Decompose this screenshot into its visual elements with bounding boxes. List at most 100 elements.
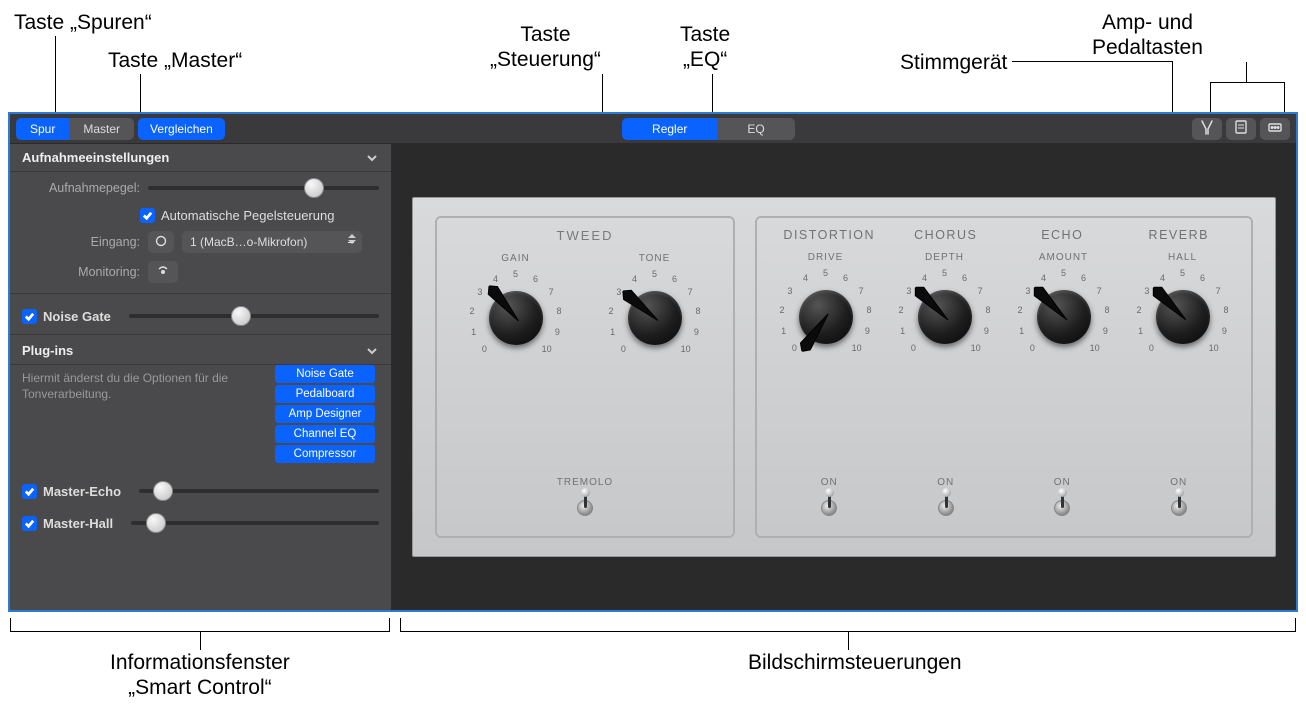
monitoring-label: Monitoring: xyxy=(22,265,140,279)
effect-toggle[interactable] xyxy=(1052,494,1072,522)
eq-button[interactable]: EQ xyxy=(717,118,794,140)
knob[interactable]: 012345678910 xyxy=(605,268,705,368)
plugin-pill[interactable]: Channel EQ xyxy=(275,425,375,443)
track-button[interactable]: Spur xyxy=(16,118,69,140)
plugin-pill[interactable]: Amp Designer xyxy=(275,405,375,423)
master-echo-slider[interactable] xyxy=(139,489,379,493)
plugin-pill[interactable]: Compressor xyxy=(275,445,375,463)
smart-controls-window: Spur Master Vergleichen Regler EQ xyxy=(8,112,1298,612)
knob-label: TONE xyxy=(639,253,671,264)
column-title: ECHO xyxy=(1004,228,1121,252)
toggle-label: ON xyxy=(1054,477,1071,488)
knob-cell: AMOUNT 012345678910 xyxy=(1009,252,1118,469)
effect-toggle[interactable] xyxy=(819,494,839,522)
plugins-block: Hiermit änderst du die Optionen für die … xyxy=(10,365,391,475)
pedalboard-icon xyxy=(1267,119,1283,138)
master-echo-label: Master-Echo xyxy=(43,484,121,499)
bracket-controls xyxy=(400,618,1296,632)
callout-screen-controls: Bildschirmsteuerungen xyxy=(748,650,962,675)
callout-line xyxy=(1012,61,1172,62)
callout-line xyxy=(848,632,849,650)
noise-gate-slider[interactable] xyxy=(129,314,379,318)
knob[interactable]: 012345678910 xyxy=(466,268,566,368)
amp-surface: TWEED GAIN012345678910TONE012345678910 T… xyxy=(412,197,1276,557)
knob-label: GAIN xyxy=(501,253,529,264)
column-title: CHORUS xyxy=(888,228,1005,252)
circle-icon xyxy=(155,235,167,250)
pedalboard-button[interactable] xyxy=(1260,118,1290,140)
callout-eq: Taste „EQ“ xyxy=(680,22,730,72)
noise-gate-row: Noise Gate xyxy=(10,300,391,332)
controls-eq-segmented: Regler EQ xyxy=(622,118,795,140)
knob-label: DEPTH xyxy=(925,252,964,263)
knob-label: HALL xyxy=(1168,252,1197,263)
recording-level-label: Aufnahmepegel: xyxy=(22,181,140,195)
master-hall-row: Master-Hall xyxy=(10,507,391,539)
master-echo-checkbox[interactable]: Master-Echo xyxy=(22,484,121,499)
input-format-button[interactable] xyxy=(148,231,174,253)
toggle-cell: ON xyxy=(888,477,1005,522)
monitoring-button[interactable] xyxy=(148,261,178,283)
callout-line xyxy=(1172,61,1173,119)
noise-gate-checkbox[interactable]: Noise Gate xyxy=(22,309,111,324)
callout-spuren: Taste „Spuren“ xyxy=(14,10,152,35)
smart-control-inspector: Aufnahmeeinstellungen Aufnahmepegel: Aut… xyxy=(10,144,392,610)
monitoring-row: Monitoring: xyxy=(10,257,391,287)
bracket-info xyxy=(10,618,390,632)
master-hall-checkbox[interactable]: Master-Hall xyxy=(22,516,113,531)
knob-cell: DEPTH 012345678910 xyxy=(890,252,999,469)
master-hall-slider[interactable] xyxy=(131,521,379,525)
screen-controls-area: TWEED GAIN012345678910TONE012345678910 T… xyxy=(392,144,1296,610)
input-value: 1 (MacB…o-Mikrofon) xyxy=(190,235,307,249)
callout-steuerung: Taste „Steuerung“ xyxy=(490,22,601,72)
input-label: Eingang: xyxy=(22,235,140,249)
plugin-pill[interactable]: Pedalboard xyxy=(275,385,375,403)
knob[interactable]: 012345678910 xyxy=(1133,267,1233,367)
tremolo-toggle[interactable] xyxy=(575,494,595,522)
master-hall-label: Master-Hall xyxy=(43,516,113,531)
compare-button[interactable]: Vergleichen xyxy=(138,118,225,140)
effect-toggle[interactable] xyxy=(936,494,956,522)
master-button[interactable]: Master xyxy=(69,118,134,140)
knob[interactable]: 012345678910 xyxy=(895,267,995,367)
toolbar: Spur Master Vergleichen Regler EQ xyxy=(10,114,1296,144)
section-title: Plug-ins xyxy=(22,343,73,358)
amp-button[interactable] xyxy=(1226,118,1256,140)
toggle-label: TREMOLO xyxy=(557,477,613,488)
knob-cell: GAIN 012345678910 xyxy=(451,253,580,469)
chevron-down-icon xyxy=(365,151,379,165)
check-icon xyxy=(22,484,37,499)
knob-cell: DRIVE 012345678910 xyxy=(771,252,880,469)
amp-panel-effects: DISTORTIONCHORUSECHOREVERB DRIVE01234567… xyxy=(755,216,1253,538)
tuning-fork-icon xyxy=(1199,119,1215,138)
tuner-button[interactable] xyxy=(1192,118,1222,140)
knob-label: AMOUNT xyxy=(1039,252,1088,263)
amp-panel-tweed: TWEED GAIN012345678910TONE012345678910 T… xyxy=(435,216,735,538)
auto-level-row: Automatische Pegelsteuerung xyxy=(10,204,391,227)
column-title: DISTORTION xyxy=(771,228,888,252)
monitor-icon xyxy=(156,264,170,281)
callout-line xyxy=(55,36,56,112)
callout-stimm: Stimmgerät xyxy=(900,50,1007,75)
recording-level-slider[interactable] xyxy=(148,186,379,190)
input-select[interactable]: 1 (MacB…o-Mikrofon) xyxy=(182,231,362,253)
toggle-cell: ON xyxy=(1004,477,1121,522)
plugins-description: Hiermit änderst du die Optionen für die … xyxy=(10,365,250,412)
knob-label: DRIVE xyxy=(808,252,844,263)
controls-button[interactable]: Regler xyxy=(622,118,717,140)
knob[interactable]: 012345678910 xyxy=(776,267,876,367)
recording-settings-header[interactable]: Aufnahmeeinstellungen xyxy=(10,144,391,172)
section-title: Aufnahmeeinstellungen xyxy=(22,150,169,165)
toggle-label: ON xyxy=(821,477,838,488)
knob[interactable]: 012345678910 xyxy=(1014,267,1114,367)
noise-gate-label: Noise Gate xyxy=(43,309,111,324)
plugins-header[interactable]: Plug-ins xyxy=(10,337,391,365)
plugin-pill[interactable]: Noise Gate xyxy=(275,365,375,383)
master-echo-row: Master-Echo xyxy=(10,475,391,507)
input-row: Eingang: 1 (MacB…o-Mikrofon) xyxy=(10,227,391,257)
check-icon xyxy=(22,516,37,531)
effect-toggle[interactable] xyxy=(1169,494,1189,522)
auto-level-checkbox[interactable]: Automatische Pegelsteuerung xyxy=(140,208,334,223)
auto-level-label: Automatische Pegelsteuerung xyxy=(161,208,334,223)
callout-line xyxy=(200,632,201,650)
